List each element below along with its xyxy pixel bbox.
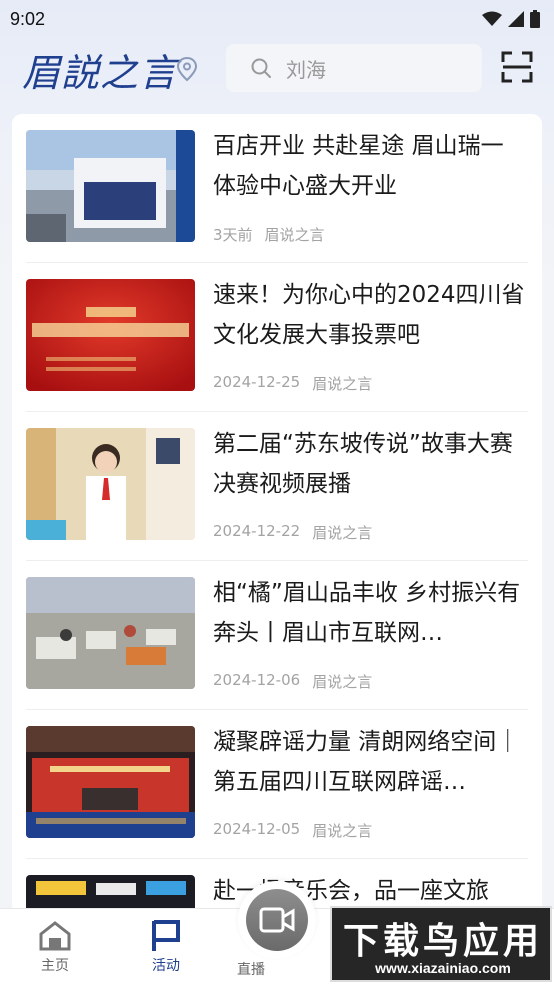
signal-icon bbox=[508, 11, 524, 27]
list-item[interactable]: 第二届“苏东坡传说”故事大赛决赛视频展播 2024-12-22 眉说之言 bbox=[26, 412, 528, 561]
scan-icon[interactable] bbox=[500, 50, 534, 84]
article-source: 眉说之言 bbox=[312, 375, 373, 393]
header: 眉説之言 刘海 bbox=[0, 38, 554, 104]
article-thumbnail bbox=[26, 279, 195, 391]
battery-icon bbox=[530, 10, 540, 28]
live-button[interactable] bbox=[238, 881, 316, 959]
article-meta: 2024-12-25 眉说之言 bbox=[213, 373, 372, 394]
status-icons bbox=[482, 10, 540, 28]
article-source: 眉说之言 bbox=[312, 822, 373, 840]
watermark-url: www.xiazainiao.com bbox=[375, 960, 511, 976]
status-time: 9:02 bbox=[10, 8, 46, 29]
list-item[interactable]: 百店开业 共赴星途 眉山瑞一体验中心盛大开业 3天前 眉说之言 bbox=[26, 114, 528, 263]
article-list: 百店开业 共赴星途 眉山瑞一体验中心盛大开业 3天前 眉说之言 速来！为你心中的… bbox=[12, 114, 542, 914]
tab-live-label: 直播 bbox=[237, 962, 265, 978]
article-meta: 2024-12-22 眉说之言 bbox=[213, 522, 372, 543]
article-source: 眉说之言 bbox=[312, 524, 373, 542]
location-pin-icon[interactable] bbox=[176, 56, 198, 82]
video-camera-icon bbox=[259, 907, 295, 933]
article-title: 相“橘”眉山品丰收 乡村振兴有奔头丨眉山市互联网… bbox=[213, 580, 521, 646]
list-item[interactable]: 相“橘”眉山品丰收 乡村振兴有奔头丨眉山市互联网… 2024-12-06 眉说之… bbox=[26, 561, 528, 710]
search-placeholder: 刘海 bbox=[286, 57, 326, 82]
article-meta: 2024-12-05 眉说之言 bbox=[213, 820, 372, 841]
search-icon bbox=[251, 58, 271, 78]
article-date: 2024-12-25 bbox=[213, 373, 301, 391]
tab-home[interactable]: 主页 bbox=[15, 909, 95, 984]
article-title: 速来！为你心中的2024四川省文化发展大事投票吧 bbox=[213, 282, 525, 348]
flag-icon bbox=[152, 920, 180, 951]
article-thumbnail bbox=[26, 130, 195, 242]
home-icon bbox=[39, 921, 71, 951]
list-item[interactable]: 凝聚辟谣力量 清朗网络空间｜第五届四川互联网辟谣… 2024-12-05 眉说之… bbox=[26, 710, 528, 859]
article-date: 2024-12-22 bbox=[213, 522, 301, 540]
watermark-overlay: 下载鸟应用 www.xiazainiao.com bbox=[330, 906, 552, 982]
tab-activity-label: 活动 bbox=[152, 958, 180, 974]
article-date: 2024-12-05 bbox=[213, 820, 301, 838]
search-box[interactable]: 刘海 bbox=[226, 44, 482, 92]
article-date: 3天前 bbox=[213, 226, 253, 244]
live-button-inner bbox=[246, 889, 308, 951]
article-meta: 2024-12-06 眉说之言 bbox=[213, 671, 372, 692]
status-bar: 9:02 bbox=[0, 0, 554, 38]
article-source: 眉说之言 bbox=[312, 673, 373, 691]
article-date: 2024-12-06 bbox=[213, 671, 301, 689]
app-logo: 眉説之言 bbox=[22, 51, 179, 95]
article-thumbnail bbox=[26, 428, 195, 540]
list-item[interactable]: 速来！为你心中的2024四川省文化发展大事投票吧 2024-12-25 眉说之言 bbox=[26, 263, 528, 412]
article-title: 百店开业 共赴星途 眉山瑞一体验中心盛大开业 bbox=[213, 133, 504, 199]
article-meta: 3天前 眉说之言 bbox=[213, 224, 325, 245]
watermark-title: 下载鸟应用 bbox=[342, 921, 543, 962]
article-thumbnail bbox=[26, 577, 195, 689]
article-title: 凝聚辟谣力量 清朗网络空间｜第五届四川互联网辟谣… bbox=[213, 729, 520, 795]
article-thumbnail bbox=[26, 726, 195, 838]
article-title: 第二届“苏东坡传说”故事大赛决赛视频展播 bbox=[213, 431, 513, 497]
article-source: 眉说之言 bbox=[264, 226, 325, 244]
tab-home-label: 主页 bbox=[41, 958, 69, 974]
tab-activity[interactable]: 活动 bbox=[126, 909, 206, 984]
wifi-icon bbox=[482, 11, 502, 26]
